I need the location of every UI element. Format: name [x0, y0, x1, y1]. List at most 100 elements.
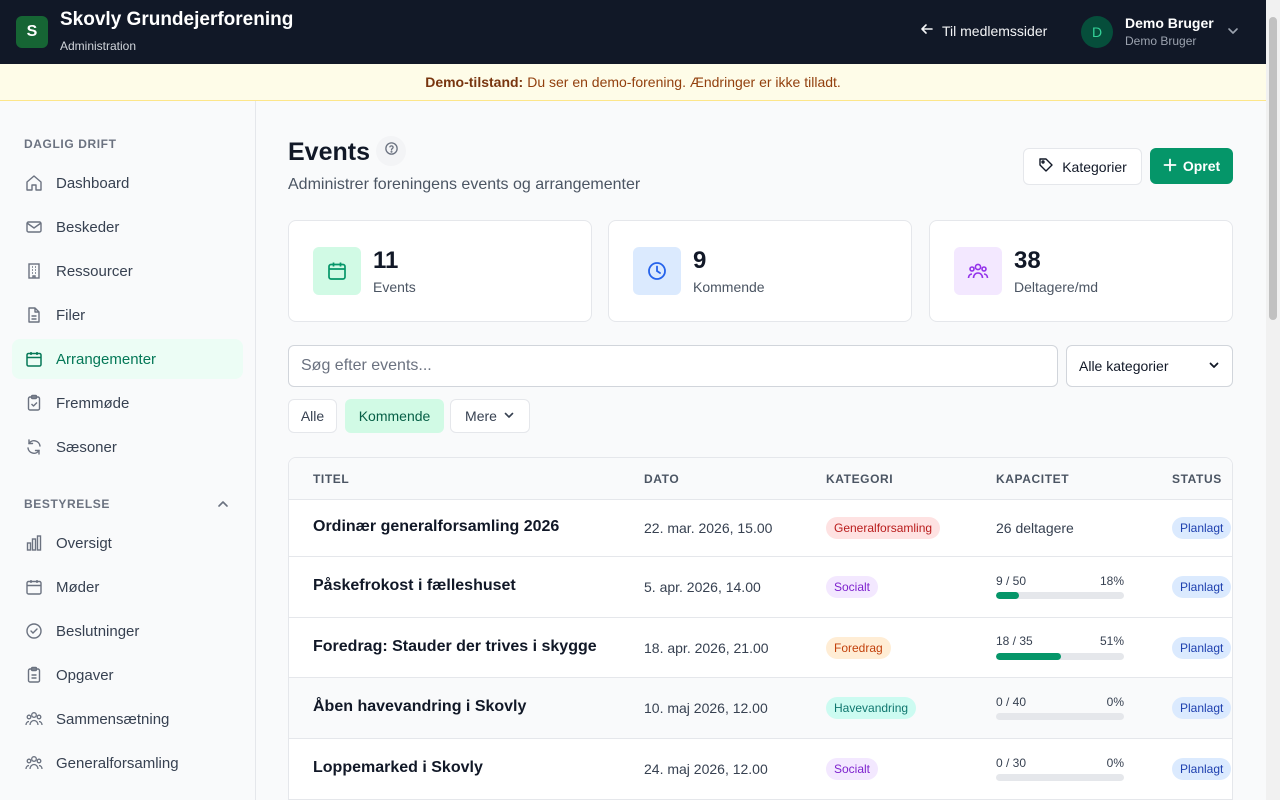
- capacity-numbers: 0 / 40 0%: [996, 695, 1124, 709]
- event-title[interactable]: Foredrag: Stauder der trives i skygge: [313, 638, 597, 656]
- top-bar: S Skovly Grundejerforening Administratio…: [0, 0, 1266, 64]
- sidebar-item-beskeder[interactable]: Beskeder: [12, 207, 243, 247]
- sidebar-item-beslutninger[interactable]: Beslutninger: [12, 611, 243, 651]
- plus-icon: [1163, 158, 1177, 175]
- filter-upcoming[interactable]: Kommende: [345, 399, 444, 433]
- table-row[interactable]: Ordinær generalforsamling 2026 22. mar. …: [289, 500, 1232, 557]
- refresh-icon: [24, 437, 44, 457]
- chevron-down-icon[interactable]: [1226, 24, 1240, 43]
- filter-all[interactable]: Alle: [288, 399, 337, 433]
- sidebar-item-ressourcer[interactable]: Ressourcer: [12, 251, 243, 291]
- sidebar-item-oversigt[interactable]: Oversigt: [12, 523, 243, 563]
- stat-value: 9: [693, 247, 707, 274]
- file-icon: [24, 305, 44, 325]
- bar-chart-icon: [24, 533, 44, 553]
- sidebar-item-sammensaetning[interactable]: Sammensætning: [12, 699, 243, 739]
- stat-label: Deltagere/md: [1014, 279, 1099, 295]
- status-badge: Planlagt: [1172, 576, 1232, 598]
- sidebar-item-label: Fremmøde: [56, 394, 130, 412]
- sidebar-item-label: Generalforsamling: [56, 754, 179, 772]
- sidebar: DAGLIG DRIFT Dashboard Beskeder Ressourc…: [0, 101, 256, 800]
- stat-label: Kommende: [693, 279, 765, 295]
- calendar-icon: [313, 247, 361, 295]
- app-logo[interactable]: S: [16, 16, 48, 48]
- category-badge: Socialt: [826, 576, 879, 598]
- column-header-date[interactable]: DATO: [644, 472, 679, 486]
- arrow-left-icon: [920, 22, 934, 39]
- user-name[interactable]: Demo Bruger: [1125, 15, 1214, 31]
- status-badge: Planlagt: [1172, 517, 1232, 539]
- sidebar-item-saesoner[interactable]: Sæsoner: [12, 427, 243, 467]
- tag-icon: [1038, 157, 1054, 176]
- capacity-bar-fill: [996, 653, 1062, 660]
- capacity-percent: 0%: [1106, 695, 1124, 709]
- clipboard-icon: [24, 665, 44, 685]
- capacity-count: 0 / 40: [996, 695, 1027, 709]
- capacity-bar-fill: [996, 592, 1020, 599]
- calendar-icon: [24, 349, 44, 369]
- sidebar-item-label: Filer: [56, 306, 86, 324]
- calendar-icon: [24, 577, 44, 597]
- help-button[interactable]: [376, 136, 406, 166]
- category-badge: Havevandring: [826, 697, 917, 719]
- page-scrollbar[interactable]: [1266, 0, 1280, 800]
- capacity-percent: 18%: [1099, 574, 1124, 588]
- table-row[interactable]: Påskefrokost i fælleshuset 5. apr. 2026,…: [289, 557, 1232, 618]
- app-title: Skovly Grundejerforening: [60, 9, 294, 30]
- table-row[interactable]: Foredrag: Stauder der trives i skygge 18…: [289, 618, 1232, 678]
- sidebar-item-opgaver[interactable]: Opgaver: [12, 655, 243, 695]
- event-title[interactable]: Åben havevandring i Skovly: [313, 698, 526, 716]
- sidebar-item-dashboard[interactable]: Dashboard: [12, 163, 243, 203]
- sidebar-item-fremmode[interactable]: Fremmøde: [12, 383, 243, 423]
- sidebar-section-board: BESTYRELSE: [24, 497, 111, 511]
- column-header-category[interactable]: KATEGORI: [826, 472, 893, 486]
- category-badge: Generalforsamling: [826, 517, 941, 539]
- clipboard-check-icon: [24, 393, 44, 413]
- sidebar-item-moder[interactable]: Møder: [12, 567, 243, 607]
- avatar[interactable]: D: [1081, 16, 1113, 48]
- category-select[interactable]: Alle kategorier: [1066, 345, 1233, 387]
- question-circle-icon: [384, 141, 399, 161]
- sidebar-item-label: Oversigt: [56, 534, 112, 552]
- event-title[interactable]: Påskefrokost i fælleshuset: [313, 577, 516, 595]
- category-select-value: Alle kategorier: [1079, 358, 1169, 374]
- member-pages-link[interactable]: Til medlemssider: [920, 22, 1047, 39]
- capacity-count: 9 / 50: [996, 574, 1027, 588]
- table-row[interactable]: Åben havevandring i Skovly 10. maj 2026,…: [289, 678, 1232, 739]
- sidebar-item-label: Dashboard: [56, 174, 130, 192]
- events-table: TITEL DATO KATEGORI KAPACITET STATUS Ord…: [288, 457, 1233, 800]
- sidebar-item-label: Opgaver: [56, 666, 114, 684]
- filter-label: Kommende: [358, 408, 431, 424]
- category-badge: Foredrag: [826, 637, 891, 659]
- capacity-count: 0 / 30: [996, 756, 1027, 770]
- capacity-percent: 51%: [1099, 634, 1124, 648]
- event-title[interactable]: Loppemarked i Skovly: [313, 759, 483, 777]
- table-header: TITEL DATO KATEGORI KAPACITET STATUS: [289, 458, 1232, 500]
- check-circle-icon: [24, 621, 44, 641]
- column-header-status[interactable]: STATUS: [1172, 472, 1222, 486]
- app-subtitle: Administration: [60, 39, 137, 53]
- table-row[interactable]: Loppemarked i Skovly 24. maj 2026, 12.00…: [289, 739, 1232, 800]
- create-button[interactable]: Opret: [1150, 148, 1233, 184]
- stat-value: 38: [1014, 247, 1041, 274]
- sidebar-item-generalforsamling[interactable]: Generalforsamling: [12, 743, 243, 783]
- categories-button[interactable]: Kategorier: [1023, 148, 1142, 185]
- scrollbar-thumb[interactable]: [1269, 17, 1277, 320]
- column-header-title[interactable]: TITEL: [313, 472, 349, 486]
- member-pages-label: Til medlemssider: [942, 22, 1048, 39]
- capacity-numbers: 9 / 50 18%: [996, 574, 1124, 588]
- search-input[interactable]: [288, 345, 1058, 387]
- capacity-bar: [996, 653, 1124, 660]
- chevron-up-icon[interactable]: [216, 497, 230, 516]
- event-title[interactable]: Ordinær generalforsamling 2026: [313, 518, 559, 536]
- demo-banner-label: Demo-tilstand:: [425, 74, 524, 90]
- sidebar-item-filer[interactable]: Filer: [12, 295, 243, 335]
- demo-banner: Demo-tilstand: Du ser en demo-forening. …: [0, 64, 1266, 101]
- sidebar-item-arrangementer[interactable]: Arrangementer: [12, 339, 243, 379]
- category-badge: Socialt: [826, 758, 879, 780]
- column-header-capacity[interactable]: KAPACITET: [996, 472, 1069, 486]
- home-icon: [24, 173, 44, 193]
- create-button-label: Opret: [1182, 158, 1221, 174]
- filter-more[interactable]: Mere: [450, 399, 530, 433]
- page-title: Events: [288, 138, 370, 166]
